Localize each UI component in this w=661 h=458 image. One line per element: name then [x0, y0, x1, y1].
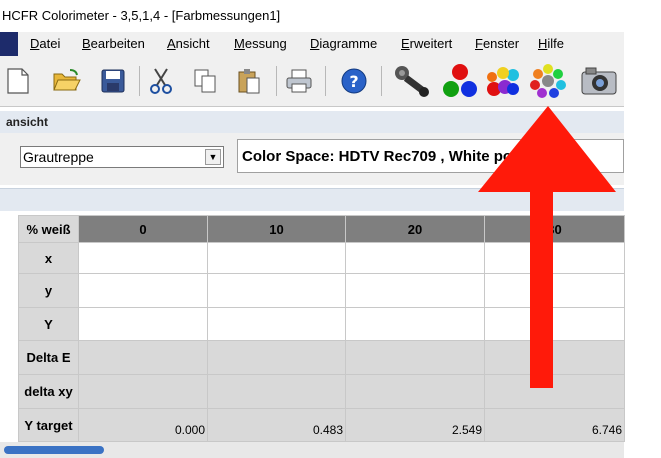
red-arrow-annotation — [478, 106, 616, 388]
